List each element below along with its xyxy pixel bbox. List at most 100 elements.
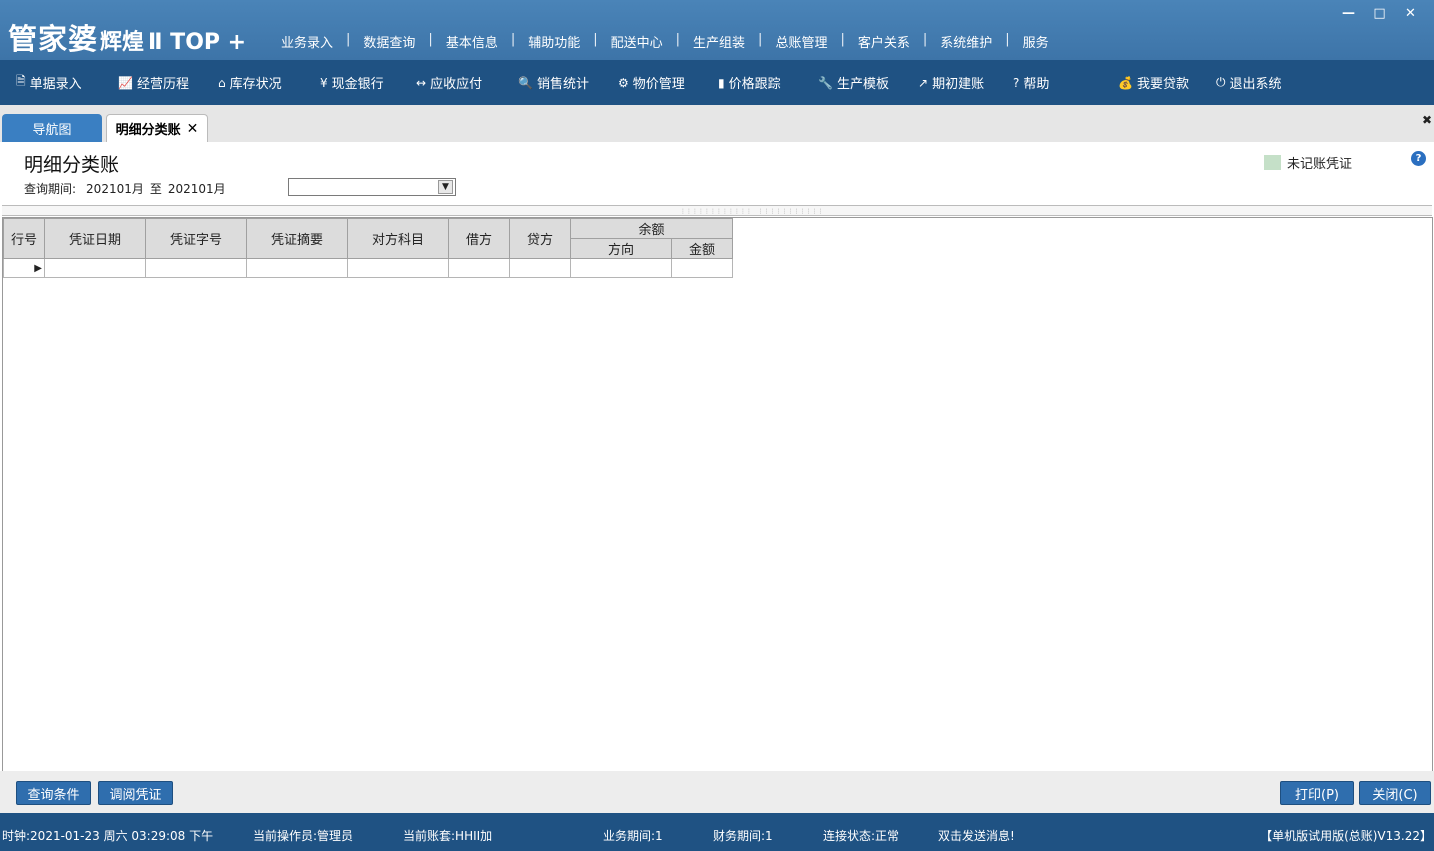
col-balance-group: 余额	[570, 218, 733, 239]
toolbar-button[interactable]: 💰 我要贷款	[1118, 60, 1189, 105]
top-menu-item[interactable]: 数据查询	[350, 32, 428, 51]
toolbar-button[interactable]: 🗎 单据录入	[16, 60, 82, 105]
toolbar-button-label: 物价管理	[632, 77, 685, 92]
ledger-content: 明细分类账 查询期间: 202101月 至 202101月 ▼ 未记账凭证 ? …	[0, 142, 1434, 772]
close-window-icon[interactable]: ✕	[1395, 4, 1426, 22]
toolbar-button-label: 单据录入	[29, 77, 82, 92]
app-logo: 管家婆 辉煌 Ⅱ TOP +	[8, 16, 246, 56]
toolbar-button[interactable]: 🔧 生产模板	[818, 60, 889, 105]
table-cell[interactable]	[44, 258, 146, 278]
table-cell[interactable]	[671, 258, 733, 278]
close-button[interactable]: 关闭(C)	[1359, 781, 1431, 805]
col-voucher-date[interactable]: 凭证日期	[44, 218, 146, 259]
table-cell[interactable]	[246, 258, 348, 278]
table-cell[interactable]	[509, 258, 571, 278]
top-menu-label: 系统维护	[940, 36, 993, 51]
external-link-icon: ↗	[918, 75, 929, 90]
view-voucher-button[interactable]: 调阅凭证	[98, 781, 173, 805]
top-menu: 业务录入 | 数据查询 | 基本信息 | 辅助功能 | 配送中心 | 生产组装 | 总账管理 | 客户关系 |…	[268, 32, 1062, 51]
toolbar-button-label: 我要贷款	[1136, 77, 1189, 92]
toolbar-button[interactable]: ? 帮助	[1013, 60, 1049, 105]
window-controls: — □ ✕	[1333, 4, 1426, 22]
page-title: 明细分类账	[24, 154, 120, 176]
toolbar-button-label: 退出系统	[1229, 77, 1282, 92]
top-menu-item[interactable]: 生产组装	[680, 32, 758, 51]
toolbar-button[interactable]: ⚙ 物价管理	[618, 60, 685, 105]
top-menu-label: 生产组装	[693, 36, 746, 51]
tab-navigation[interactable]: 导航图	[2, 114, 102, 142]
toolbar-button[interactable]: ¥ 现金银行	[320, 60, 384, 105]
top-menu-label: 客户关系	[857, 36, 910, 51]
tab-ledger-label: 明细分类账	[115, 123, 181, 138]
top-menu-item[interactable]: 客户关系	[845, 32, 923, 51]
top-menu-item[interactable]: 业务录入	[268, 32, 346, 51]
subject-select[interactable]: ▼	[288, 178, 456, 196]
send-message-link[interactable]: 双击发送消息!	[938, 827, 1015, 844]
col-balance-amount[interactable]: 金额	[671, 238, 733, 259]
status-account: 当前账套:HHII加	[403, 829, 493, 843]
top-menu-label: 基本信息	[445, 36, 498, 51]
close-all-icon[interactable]: ✖	[1422, 113, 1432, 127]
toolbar-button-label: 期初建账	[932, 77, 985, 92]
status-fin-period: 财务期间:1	[713, 829, 773, 843]
query-conditions-button[interactable]: 查询条件	[16, 781, 91, 805]
main-toolbar: 🗎 单据录入 📈 经营历程 ⌂ 库存状况 ¥ 现金银行 ↔ 应收应付 🔍 销售统计 ⚙ 物价管理 ▮ 价格跟踪…	[0, 60, 1434, 105]
top-menu-label: 辅助功能	[528, 36, 581, 51]
toolbar-button[interactable]: ↗ 期初建账	[918, 60, 984, 105]
status-operator: 当前操作员:管理员	[253, 829, 354, 843]
col-summary[interactable]: 凭证摘要	[246, 218, 348, 259]
maximize-icon[interactable]: □	[1364, 4, 1395, 22]
status-bar: 时钟:2021-01-23 周六 03:29:08 下午 当前操作员:管理员 当…	[0, 813, 1434, 851]
help-icon[interactable]: ?	[1411, 151, 1426, 166]
chevron-down-icon[interactable]: ▼	[438, 180, 453, 194]
toolbar-button[interactable]: 🔍 销售统计	[518, 60, 589, 105]
toolbar-button[interactable]: ▮ 价格跟踪	[718, 60, 781, 105]
toolbar-button-label: 库存状况	[229, 77, 282, 92]
top-menu-item[interactable]: 系统维护	[927, 32, 1005, 51]
table-cell[interactable]	[448, 258, 510, 278]
col-balance-direction[interactable]: 方向	[570, 238, 672, 259]
tab-bar: 导航图 明细分类账 ✕ ✖	[0, 105, 1434, 142]
toolbar-button[interactable]: 📈 经营历程	[118, 60, 189, 105]
toolbar-button-label: 销售统计	[536, 77, 589, 92]
toolbar-button-label: 经营历程	[136, 77, 189, 92]
logo-sub-text: 辉煌	[100, 30, 145, 55]
toolbar-button[interactable]: ⌂ 库存状况	[218, 60, 282, 105]
period-to: 202101月	[167, 182, 226, 196]
status-clock: 时钟:2021-01-23 周六 03:29:08 下午	[2, 829, 214, 843]
col-debit[interactable]: 借方	[448, 218, 510, 259]
grip-icon: ⋮⋮⋮⋮⋮⋮⋮⋮⋮⋮⋮⋮ ⋮⋮⋮⋮⋮⋮⋮⋮⋮⋮⋮	[680, 208, 824, 215]
arrows-icon: ↔	[416, 75, 427, 90]
table-cell[interactable]	[570, 258, 672, 278]
logo-main-text: 管家婆	[8, 22, 99, 56]
money-bag-icon: 💰	[1118, 75, 1133, 90]
toolbar-button[interactable]: ⏻ 退出系统	[1216, 60, 1282, 105]
period-label: 查询期间:	[24, 182, 77, 196]
print-button[interactable]: 打印(P)	[1280, 781, 1354, 805]
table-row[interactable]: ▶	[3, 258, 733, 278]
toolbar-button[interactable]: ↔ 应收应付	[416, 60, 482, 105]
minimize-icon[interactable]: —	[1333, 4, 1364, 22]
close-tab-icon[interactable]: ✕	[187, 121, 199, 137]
tab-ledger[interactable]: 明细分类账 ✕	[106, 114, 208, 142]
table-cell[interactable]	[347, 258, 449, 278]
top-menu-item[interactable]: 总账管理	[762, 32, 840, 51]
ledger-grid: 行号 凭证日期 凭证字号 凭证摘要 对方科目 借方 贷方 余额 方向 金额 ▶	[2, 217, 1433, 772]
top-menu-label: 总账管理	[775, 36, 828, 51]
col-credit[interactable]: 贷方	[509, 218, 571, 259]
col-voucher-no[interactable]: 凭证字号	[145, 218, 247, 259]
col-counter-account[interactable]: 对方科目	[347, 218, 449, 259]
top-menu-item[interactable]: 辅助功能	[515, 32, 593, 51]
ledger-table: 行号 凭证日期 凭证字号 凭证摘要 对方科目 借方 贷方 余额 方向 金额 ▶	[3, 218, 733, 278]
question-icon: ?	[1013, 75, 1020, 90]
top-menu-label: 数据查询	[363, 36, 416, 51]
period-to-word: 至	[149, 182, 162, 196]
gear-icon: ⚙	[618, 75, 629, 90]
chart-line-icon: 📈	[118, 75, 133, 90]
col-row-no[interactable]: 行号	[3, 218, 45, 259]
top-menu-item[interactable]: 基本信息	[433, 32, 511, 51]
top-menu-item[interactable]: 配送中心	[598, 32, 676, 51]
splitter-handle[interactable]: ⋮⋮⋮⋮⋮⋮⋮⋮⋮⋮⋮⋮ ⋮⋮⋮⋮⋮⋮⋮⋮⋮⋮⋮	[2, 205, 1432, 216]
top-menu-item[interactable]: 服务	[1010, 32, 1062, 51]
table-cell[interactable]	[145, 258, 247, 278]
